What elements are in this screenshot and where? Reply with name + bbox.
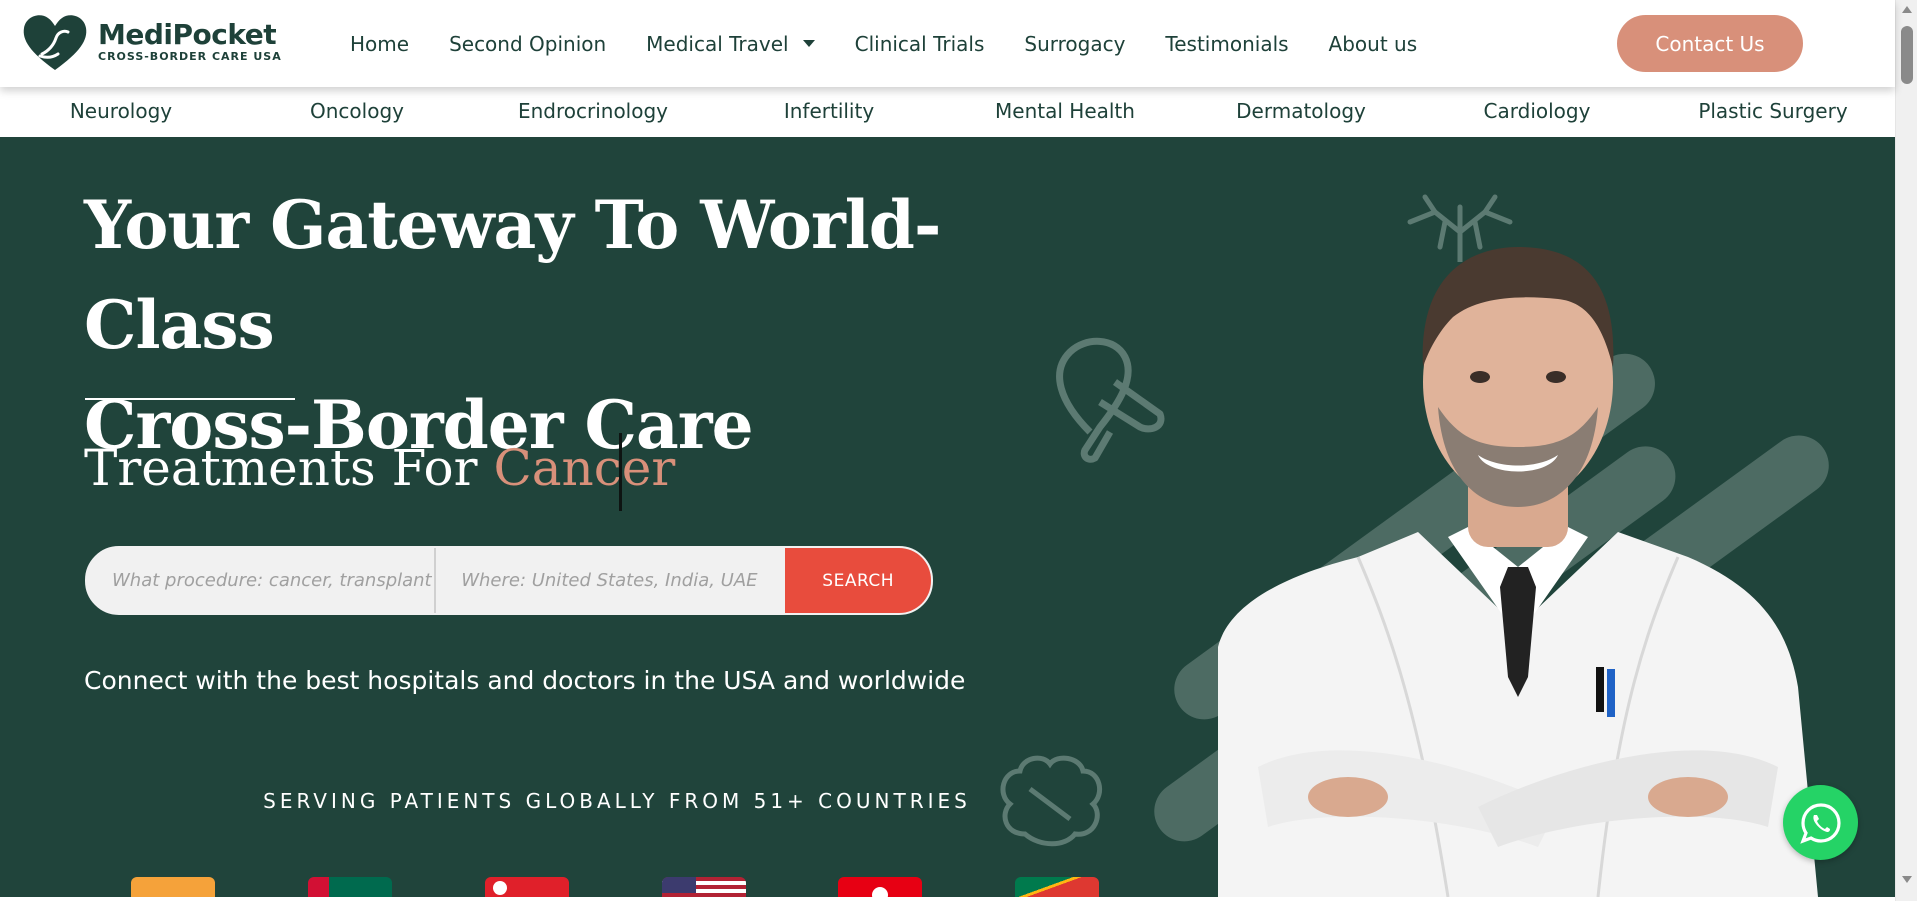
typing-cursor bbox=[619, 433, 622, 511]
nav-second-opinion[interactable]: Second Opinion bbox=[449, 32, 606, 56]
specialty-cardiology[interactable]: Cardiology bbox=[1419, 99, 1655, 123]
flag-singapore bbox=[485, 877, 569, 897]
hero-section: Your Gateway To World-Class Cross-Border… bbox=[0, 137, 1895, 897]
doctor-image bbox=[1218, 247, 1818, 897]
search-button[interactable]: SEARCH bbox=[785, 548, 931, 613]
scrollbar-thumb[interactable] bbox=[1901, 26, 1913, 84]
location-search-input[interactable] bbox=[436, 548, 786, 613]
flag-usa bbox=[662, 877, 746, 897]
flag-uae bbox=[308, 877, 392, 897]
procedure-search-input[interactable] bbox=[87, 548, 437, 613]
nav-home[interactable]: Home bbox=[350, 32, 409, 56]
nav-medical-travel-label: Medical Travel bbox=[646, 31, 789, 56]
main-nav: Home Second Opinion Medical Travel Clini… bbox=[350, 0, 1457, 87]
hero-title-line1: Your Gateway To World-Class bbox=[84, 186, 941, 364]
scroll-down-arrow-icon[interactable] bbox=[1902, 876, 1912, 883]
specialty-neurology[interactable]: Neurology bbox=[3, 99, 239, 123]
whatsapp-icon bbox=[1799, 802, 1841, 844]
nav-about-us[interactable]: About us bbox=[1329, 32, 1418, 56]
logo-heart-hand-icon bbox=[23, 15, 87, 71]
scroll-up-arrow-icon[interactable] bbox=[1902, 6, 1912, 13]
flag-south-africa bbox=[1015, 877, 1099, 897]
flag-canton bbox=[662, 877, 696, 893]
whatsapp-button[interactable] bbox=[1783, 785, 1858, 860]
top-navbar: MediPocket CROSS-BORDER CARE USA Home Se… bbox=[0, 0, 1895, 87]
specialty-mental-health[interactable]: Mental Health bbox=[947, 99, 1183, 123]
specialty-dermatology[interactable]: Dermatology bbox=[1183, 99, 1419, 123]
divider bbox=[85, 398, 295, 400]
nav-testimonials[interactable]: Testimonials bbox=[1165, 32, 1288, 56]
hero-subtitle: Connect with the best hospitals and doct… bbox=[84, 666, 966, 695]
specialty-oncology[interactable]: Oncology bbox=[239, 99, 475, 123]
specialty-endocrinology[interactable]: Endrocrinology bbox=[475, 99, 711, 123]
treatments-highlight: Cancer bbox=[493, 439, 676, 497]
flag-india bbox=[131, 877, 215, 897]
nav-clinical-trials[interactable]: Clinical Trials bbox=[855, 32, 985, 56]
nav-surrogacy[interactable]: Surrogacy bbox=[1024, 32, 1125, 56]
brand-name: MediPocket bbox=[98, 18, 277, 51]
treatments-prefix: Treatments For bbox=[84, 439, 478, 497]
flag-crescent bbox=[493, 881, 507, 895]
serving-countries-text: SERVING PATIENTS GLOBALLY FROM 51+ COUNT… bbox=[263, 789, 971, 813]
treatments-typewriter: Treatments For Cancer bbox=[84, 439, 675, 497]
search-form: SEARCH bbox=[85, 546, 933, 615]
specialty-plastic-surgery[interactable]: Plastic Surgery bbox=[1655, 99, 1891, 123]
flag-disc bbox=[872, 887, 888, 897]
brand-tagline: CROSS-BORDER CARE USA bbox=[98, 50, 282, 63]
page-scrollbar[interactable] bbox=[1895, 0, 1917, 901]
flag-tunisia bbox=[838, 877, 922, 897]
hero-title: Your Gateway To World-Class Cross-Border… bbox=[84, 175, 1084, 475]
brand-logo[interactable]: MediPocket CROSS-BORDER CARE USA bbox=[20, 10, 282, 74]
chevron-down-icon[interactable] bbox=[802, 40, 815, 47]
specialty-bar: Neurology Oncology Endrocrinology Infert… bbox=[0, 87, 1895, 137]
contact-us-button[interactable]: Contact Us bbox=[1617, 15, 1803, 72]
specialty-infertility[interactable]: Infertility bbox=[711, 99, 947, 123]
nav-medical-travel[interactable]: Medical Travel bbox=[646, 31, 815, 56]
